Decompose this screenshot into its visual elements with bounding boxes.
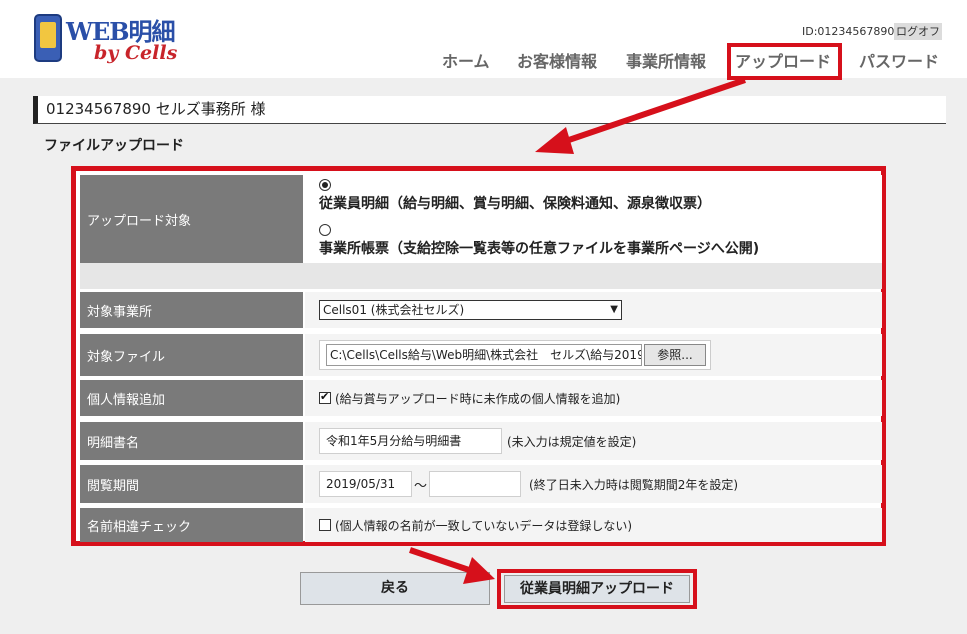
file-cell: C:\Cells\Cells給与\Web明細\株式会社 セルズ\給与2019 参… <box>305 334 882 376</box>
personal-info-cell: (給与賞与アップロード時に未作成の個人情報を追加) <box>305 380 882 416</box>
office-label: 対象事業所 <box>80 292 303 328</box>
nav-office-info[interactable]: 事業所情報 <box>626 51 706 73</box>
chevron-down-icon: ▼ <box>610 304 618 315</box>
period-end-input[interactable] <box>429 471 522 497</box>
file-label: 対象ファイル <box>80 334 303 376</box>
name-check-cell: (個人情報の名前が一致していないデータは登録しない) <box>305 508 882 542</box>
nav-password[interactable]: パスワード <box>859 51 939 73</box>
period-cell: 2019/05/31 ～ (終了日未入力時は閲覧期間2年を設定) <box>305 465 882 503</box>
personal-info-text: (給与賞与アップロード時に未作成の個人情報を追加) <box>335 391 621 406</box>
personal-info-checkbox[interactable] <box>319 390 331 404</box>
employee-statement-upload-button[interactable]: 従業員明細アップロード <box>504 575 690 603</box>
statement-name-input[interactable]: 令和1年5月分給与明細書 <box>319 428 502 454</box>
back-button[interactable]: 戻る <box>300 572 490 605</box>
personal-info-label: 個人情報追加 <box>80 380 303 416</box>
account-name-bar: 01234567890 セルズ事務所 様 <box>33 96 946 124</box>
statement-name-label: 明細書名 <box>80 422 303 460</box>
user-id-label: ID:01234567890 <box>802 25 895 38</box>
radio-office-document-label: 事業所帳票（支給控除一覧表等の任意ファイルを事業所ページへ公開) <box>319 241 760 257</box>
radio-employee-statement[interactable] <box>319 179 331 191</box>
logo-tagline: by Cells <box>94 42 178 64</box>
office-select-value: Cells01 (株式会社セルズ) <box>323 303 465 317</box>
page-title: ファイルアップロード <box>44 138 184 154</box>
web-meisai-logo[interactable]: WEB明細 by Cells <box>30 8 200 70</box>
name-check-label: 名前相違チェック <box>80 508 303 542</box>
period-separator: ～ <box>414 478 428 494</box>
nav-home[interactable]: ホーム <box>442 51 490 73</box>
radio-employee-statement-label: 従業員明細（給与明細、賞与明細、保険料通知、源泉徴収票） <box>319 196 711 212</box>
nav-customer-info[interactable]: お客様情報 <box>517 51 597 73</box>
statement-name-cell: 令和1年5月分給与明細書 (未入力は規定値を設定) <box>305 422 882 460</box>
upload-target-label: アップロード対象 <box>80 175 303 263</box>
period-label: 閲覧期間 <box>80 465 303 503</box>
radio-office-document[interactable] <box>319 224 331 236</box>
nav-upload-highlight <box>727 43 842 80</box>
phone-icon <box>34 14 62 62</box>
office-cell: Cells01 (株式会社セルズ) ▼ <box>305 292 882 328</box>
name-check-text: (個人情報の名前が一致していないデータは登録しない) <box>335 518 633 533</box>
name-check-checkbox[interactable] <box>319 519 331 531</box>
office-select[interactable]: Cells01 (株式会社セルズ) ▼ <box>319 300 622 320</box>
upload-form: アップロード対象 従業員明細（給与明細、賞与明細、保険料通知、源泉徴収票） 事業… <box>71 166 886 546</box>
file-path-input[interactable]: C:\Cells\Cells給与\Web明細\株式会社 セルズ\給与2019 <box>326 344 642 366</box>
statement-name-hint: (未入力は規定値を設定) <box>507 434 637 449</box>
period-start-input[interactable]: 2019/05/31 <box>319 471 412 497</box>
logout-button[interactable]: ログオフ <box>894 23 942 40</box>
browse-button[interactable]: 参照... <box>644 344 706 366</box>
file-picker: C:\Cells\Cells給与\Web明細\株式会社 セルズ\給与2019 参… <box>319 340 711 370</box>
period-hint: (終了日未入力時は閲覧期間2年を設定) <box>529 477 739 492</box>
section-divider <box>80 263 882 289</box>
